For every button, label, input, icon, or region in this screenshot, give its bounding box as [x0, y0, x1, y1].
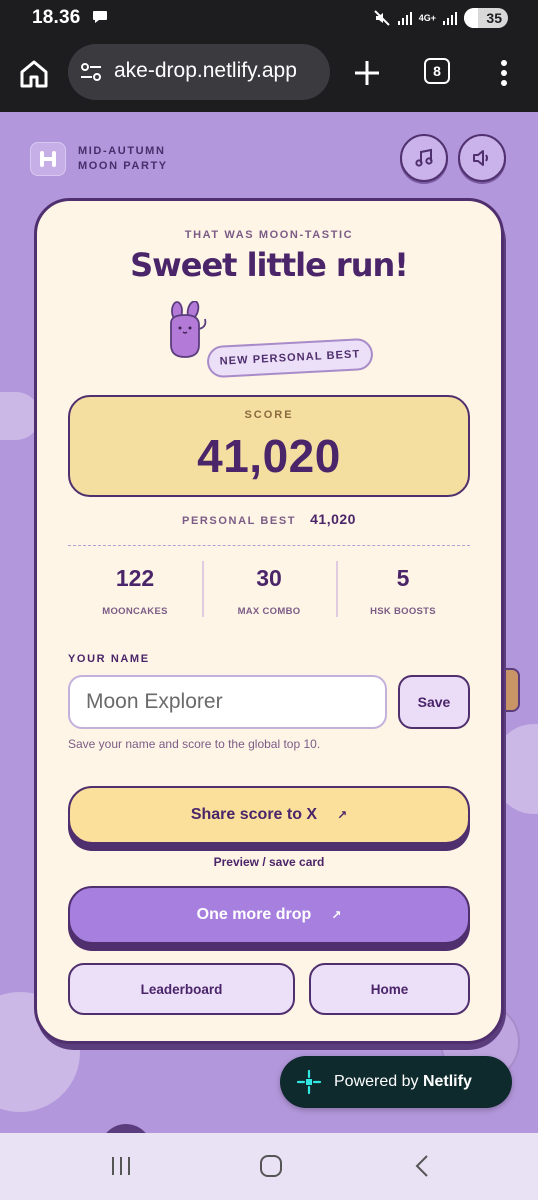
- results-card: THAT WAS MOON-TASTIC Sweet little run! N…: [34, 198, 504, 1044]
- system-nav-bar: [0, 1133, 538, 1200]
- brand-line-2: MOON PARTY: [78, 160, 168, 172]
- signal-icon: [443, 12, 457, 25]
- network-type: 4G+: [418, 12, 436, 23]
- stat-mooncakes: 122 MOONCAKES: [68, 561, 202, 617]
- stat-label: MOONCAKES: [102, 606, 168, 617]
- stat-value: 5: [396, 565, 410, 591]
- home-circle-icon[interactable]: [258, 1153, 284, 1179]
- home-button[interactable]: Home: [309, 963, 470, 1015]
- score-label: SCORE: [244, 409, 294, 421]
- music-note-icon: [415, 148, 433, 167]
- browser-toolbar: ake-drop.netlify.app 8: [0, 38, 538, 112]
- stat-value: 122: [115, 565, 155, 591]
- logo-icon: [30, 142, 66, 176]
- preview-card-link[interactable]: Preview / save card: [37, 855, 501, 869]
- home-icon[interactable]: [18, 58, 50, 90]
- score-value: 41,020: [197, 430, 341, 482]
- stat-max-combo: 30 MAX COMBO: [202, 561, 336, 617]
- battery-icon: 35: [464, 8, 508, 28]
- one-more-drop-button[interactable]: One more drop ↗: [68, 886, 470, 944]
- new-personal-best-badge: NEW PERSONAL BEST: [206, 337, 374, 379]
- score-panel: SCORE 41,020: [68, 395, 470, 497]
- brand-line-1: MID-AUTUMN: [78, 145, 166, 157]
- personal-best: PERSONAL BEST 41,020: [37, 511, 501, 527]
- netlify-badge[interactable]: Powered by Netlify: [280, 1056, 512, 1108]
- page-title: Sweet little run!: [130, 246, 409, 284]
- personal-best-value: 41,020: [310, 511, 356, 527]
- music-toggle-button[interactable]: [400, 134, 448, 182]
- back-icon[interactable]: [410, 1153, 436, 1179]
- sound-toggle-button[interactable]: [458, 134, 506, 182]
- leaderboard-button[interactable]: Leaderboard: [68, 963, 295, 1015]
- brand-name: MID-AUTUMN MOON PARTY: [78, 144, 168, 174]
- brand: MID-AUTUMN MOON PARTY: [30, 142, 168, 176]
- netlify-brand: Netlify: [422, 1073, 472, 1090]
- mute-icon: [374, 10, 390, 26]
- share-label: Share score to X: [190, 806, 318, 823]
- netlify-logo-icon: [296, 1069, 322, 1095]
- recents-icon[interactable]: [108, 1153, 134, 1179]
- avatar-decoration: [100, 1124, 152, 1133]
- chat-bubble-icon: [93, 11, 107, 23]
- personal-best-label: PERSONAL BEST: [182, 515, 297, 527]
- page: MID-AUTUMN MOON PARTY THAT WAS MOON-TAST…: [0, 112, 538, 1133]
- divider: [68, 545, 470, 546]
- netlify-prefix: Powered by: [334, 1073, 419, 1090]
- battery-level: 35: [486, 10, 502, 26]
- address-bar[interactable]: ake-drop.netlify.app: [68, 44, 330, 100]
- save-help-text: Save your name and score to the global t…: [68, 737, 321, 751]
- external-arrow-icon: ↗: [337, 808, 348, 822]
- stat-label: MAX COMBO: [237, 606, 301, 617]
- stat-label: HSK BOOSTS: [370, 606, 436, 617]
- tabs-icon[interactable]: 8: [424, 58, 450, 84]
- tab-count: 8: [433, 63, 441, 79]
- external-arrow-icon: ↗: [331, 908, 342, 922]
- overflow-menu-icon[interactable]: [494, 58, 514, 88]
- name-input[interactable]: [68, 675, 387, 729]
- drop-label: One more drop: [196, 906, 312, 923]
- stat-hsk-boosts: 5 HSK BOOSTS: [336, 561, 470, 617]
- stats-row: 122 MOONCAKES 30 MAX COMBO 5 HSK BOOSTS: [68, 561, 470, 617]
- status-time: 18.36: [32, 7, 81, 28]
- url-text: ake-drop.netlify.app: [114, 59, 297, 82]
- name-field-label: YOUR NAME: [68, 653, 150, 665]
- save-button[interactable]: Save: [398, 675, 470, 729]
- signal-icon: [397, 12, 412, 25]
- stat-value: 30: [256, 565, 282, 591]
- speaker-icon: [473, 150, 488, 166]
- share-score-button[interactable]: Share score to X ↗: [68, 786, 470, 844]
- kicker: THAT WAS MOON-TASTIC: [184, 229, 354, 241]
- netlify-text: Powered by Netlify: [334, 1073, 472, 1091]
- plus-icon[interactable]: [352, 58, 382, 88]
- status-bar: 18.36 4G+ 35: [0, 0, 538, 38]
- site-settings-icon[interactable]: [80, 62, 102, 82]
- bunny-mascot-icon: [170, 301, 207, 358]
